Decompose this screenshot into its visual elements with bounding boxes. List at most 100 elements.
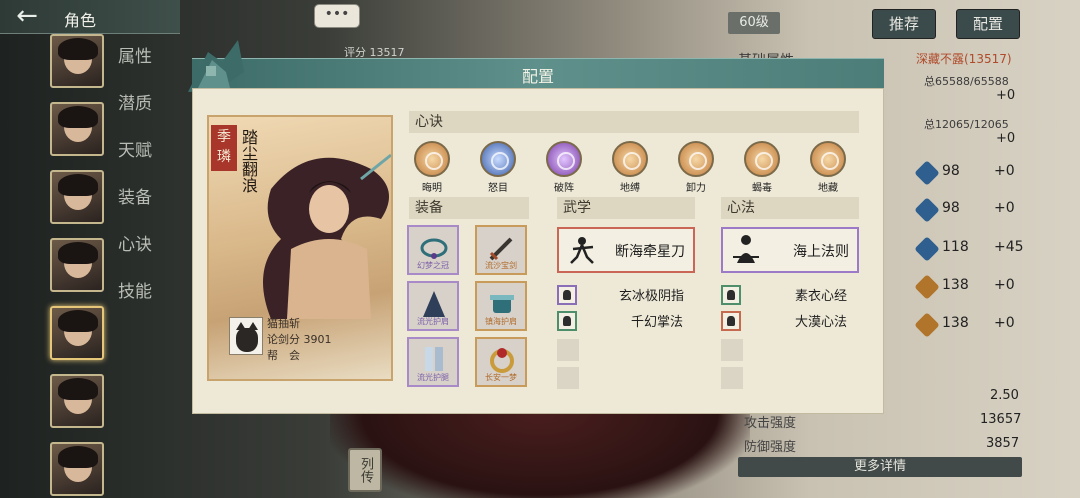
stat-delta: +0: [994, 277, 1015, 293]
xinjue-item[interactable]: 地缚: [607, 141, 653, 194]
xinjue-icon: [810, 141, 846, 177]
xinjue-icon: [546, 141, 582, 177]
character-portrait[interactable]: [50, 170, 104, 224]
necklace-icon: [420, 238, 448, 259]
ring-icon: [490, 348, 514, 373]
wuxue-main-skill[interactable]: 断海牵星刀: [557, 227, 695, 273]
attack-value: 13657: [980, 412, 1022, 427]
character-portrait[interactable]: [50, 238, 104, 292]
wuxue-skill-2[interactable]: 千幻掌法: [557, 311, 697, 333]
equipment-slot-boots[interactable]: 流光护腿: [407, 337, 459, 387]
section-xinfa: 心法: [721, 197, 859, 219]
skill-label: 大漠心法: [795, 315, 848, 330]
plus-a: +0: [996, 88, 1016, 103]
recommend-button[interactable]: 推荐: [872, 9, 936, 39]
empty-skill-slot[interactable]: [557, 339, 579, 361]
xinjue-item[interactable]: 破阵: [541, 141, 587, 194]
character-portrait[interactable]: [50, 374, 104, 428]
stat-row: 118 +45: [858, 236, 1058, 262]
portrait-list: [50, 34, 108, 498]
more-details-button[interactable]: 更多详情: [738, 457, 1022, 477]
config-button[interactable]: 配置: [956, 9, 1020, 39]
page-title: 角色: [64, 11, 97, 30]
sword-score: 论剑分 3901: [267, 333, 332, 346]
character-portrait-selected[interactable]: [50, 306, 104, 360]
character-portrait[interactable]: [50, 442, 104, 496]
skill-label: 素衣心经: [795, 289, 848, 304]
stat-delta: +0: [994, 315, 1015, 331]
liezhuan-button[interactable]: 列传: [348, 448, 382, 492]
stat-delta: +45: [994, 239, 1024, 255]
modal-title: 配置: [521, 67, 554, 86]
sidebar: 属性 潜质 天赋 装备 心诀 技能: [0, 34, 180, 498]
equipment-label: 流光护腿: [417, 373, 449, 382]
stat-value: 138: [942, 315, 969, 331]
attr-status: 深藏不露(13517): [916, 52, 1012, 66]
top-bar: ← 角色: [0, 0, 180, 34]
xinjue-row: 晦明 怒目 破阵 地缚 卸力 蝎毒 地藏: [409, 141, 859, 194]
menu-attributes[interactable]: 属性: [118, 44, 178, 91]
empty-skill-slot[interactable]: [721, 339, 743, 361]
xinjue-item[interactable]: 蝎毒: [739, 141, 785, 194]
stat-row: 138 +0: [858, 274, 1058, 300]
skill-icon: [721, 285, 741, 305]
xinjue-item[interactable]: 卸力: [673, 141, 719, 194]
xinjue-icon: [744, 141, 780, 177]
stat-value: 138: [942, 277, 969, 293]
boots-icon: [425, 347, 443, 371]
arrow-left-icon[interactable]: ←: [4, 3, 50, 31]
xinjue-label: 晦明: [422, 183, 442, 194]
stat-icon: [914, 197, 940, 223]
skill-icon: [721, 311, 741, 331]
crit-value: 2.50: [990, 388, 1019, 403]
stat-icon: [914, 312, 940, 338]
xinjue-label: 蝎毒: [752, 183, 772, 194]
xinfa-skill-2[interactable]: 大漠心法: [721, 311, 861, 333]
stat-icon: [914, 274, 940, 300]
xinjue-label: 卸力: [686, 183, 706, 194]
attack-label: 攻击强度: [744, 416, 797, 431]
xinjue-label: 地藏: [818, 183, 838, 194]
config-modal: 季璘 踏尘翻浪 猫抽斩 论剑分 3901 帮 会 心诀 晦明 怒目 破阵 地缚 …: [192, 88, 884, 414]
equipment-slot-weapon[interactable]: 流沙宝剑: [475, 225, 527, 275]
stat-value: 98: [942, 163, 960, 179]
xinjue-item[interactable]: 地藏: [805, 141, 851, 194]
defense-label: 防御强度: [744, 440, 797, 455]
menu-skills[interactable]: 技能: [118, 279, 178, 326]
section-wuxue: 武学: [557, 197, 695, 219]
martial-pose-icon: [570, 237, 594, 264]
equipment-slot-armor[interactable]: 流光护肩: [407, 281, 459, 331]
menu-xinjue[interactable]: 心诀: [118, 232, 178, 279]
character-portrait[interactable]: [50, 102, 104, 156]
level-badge: 60级: [728, 12, 780, 34]
total-a: 总65588/65588: [924, 75, 1009, 88]
stat-value: 118: [942, 239, 969, 255]
equipment-label: 幻梦之冠: [417, 261, 449, 270]
xinjue-icon: [678, 141, 714, 177]
equipment-slot-shoulder[interactable]: 镇海护肩: [475, 281, 527, 331]
equipment-slot-helmet[interactable]: 幻梦之冠: [407, 225, 459, 275]
stat-row: 98 +0: [858, 160, 1058, 186]
guild-label: 帮 会: [267, 349, 300, 362]
meditation-pose-icon: [733, 235, 759, 263]
stat-icon: [914, 236, 940, 262]
xinfa-main-skill[interactable]: 海上法则: [721, 227, 859, 273]
xinjue-icon: [414, 141, 450, 177]
xinjue-item[interactable]: 怒目: [475, 141, 521, 194]
empty-skill-slot[interactable]: [721, 367, 743, 389]
equipment-slot-ring[interactable]: 长安一梦: [475, 337, 527, 387]
stat-delta: +0: [994, 163, 1015, 179]
menu-potential[interactable]: 潜质: [118, 91, 178, 138]
defense-value: 3857: [986, 436, 1020, 451]
menu-talent[interactable]: 天赋: [118, 138, 178, 185]
player-avatar: [229, 317, 263, 355]
chat-bubble-button[interactable]: •••: [314, 4, 360, 28]
stat-row: 138 +0: [858, 312, 1058, 338]
xinfa-skill-1[interactable]: 素衣心经: [721, 285, 861, 307]
wuxue-skill-1[interactable]: 玄冰极阴指: [557, 285, 697, 307]
character-portrait[interactable]: [50, 34, 104, 88]
xinjue-item[interactable]: 晦明: [409, 141, 455, 194]
empty-skill-slot[interactable]: [557, 367, 579, 389]
skill-label: 玄冰极阴指: [619, 289, 685, 304]
menu-equipment[interactable]: 装备: [118, 185, 178, 232]
